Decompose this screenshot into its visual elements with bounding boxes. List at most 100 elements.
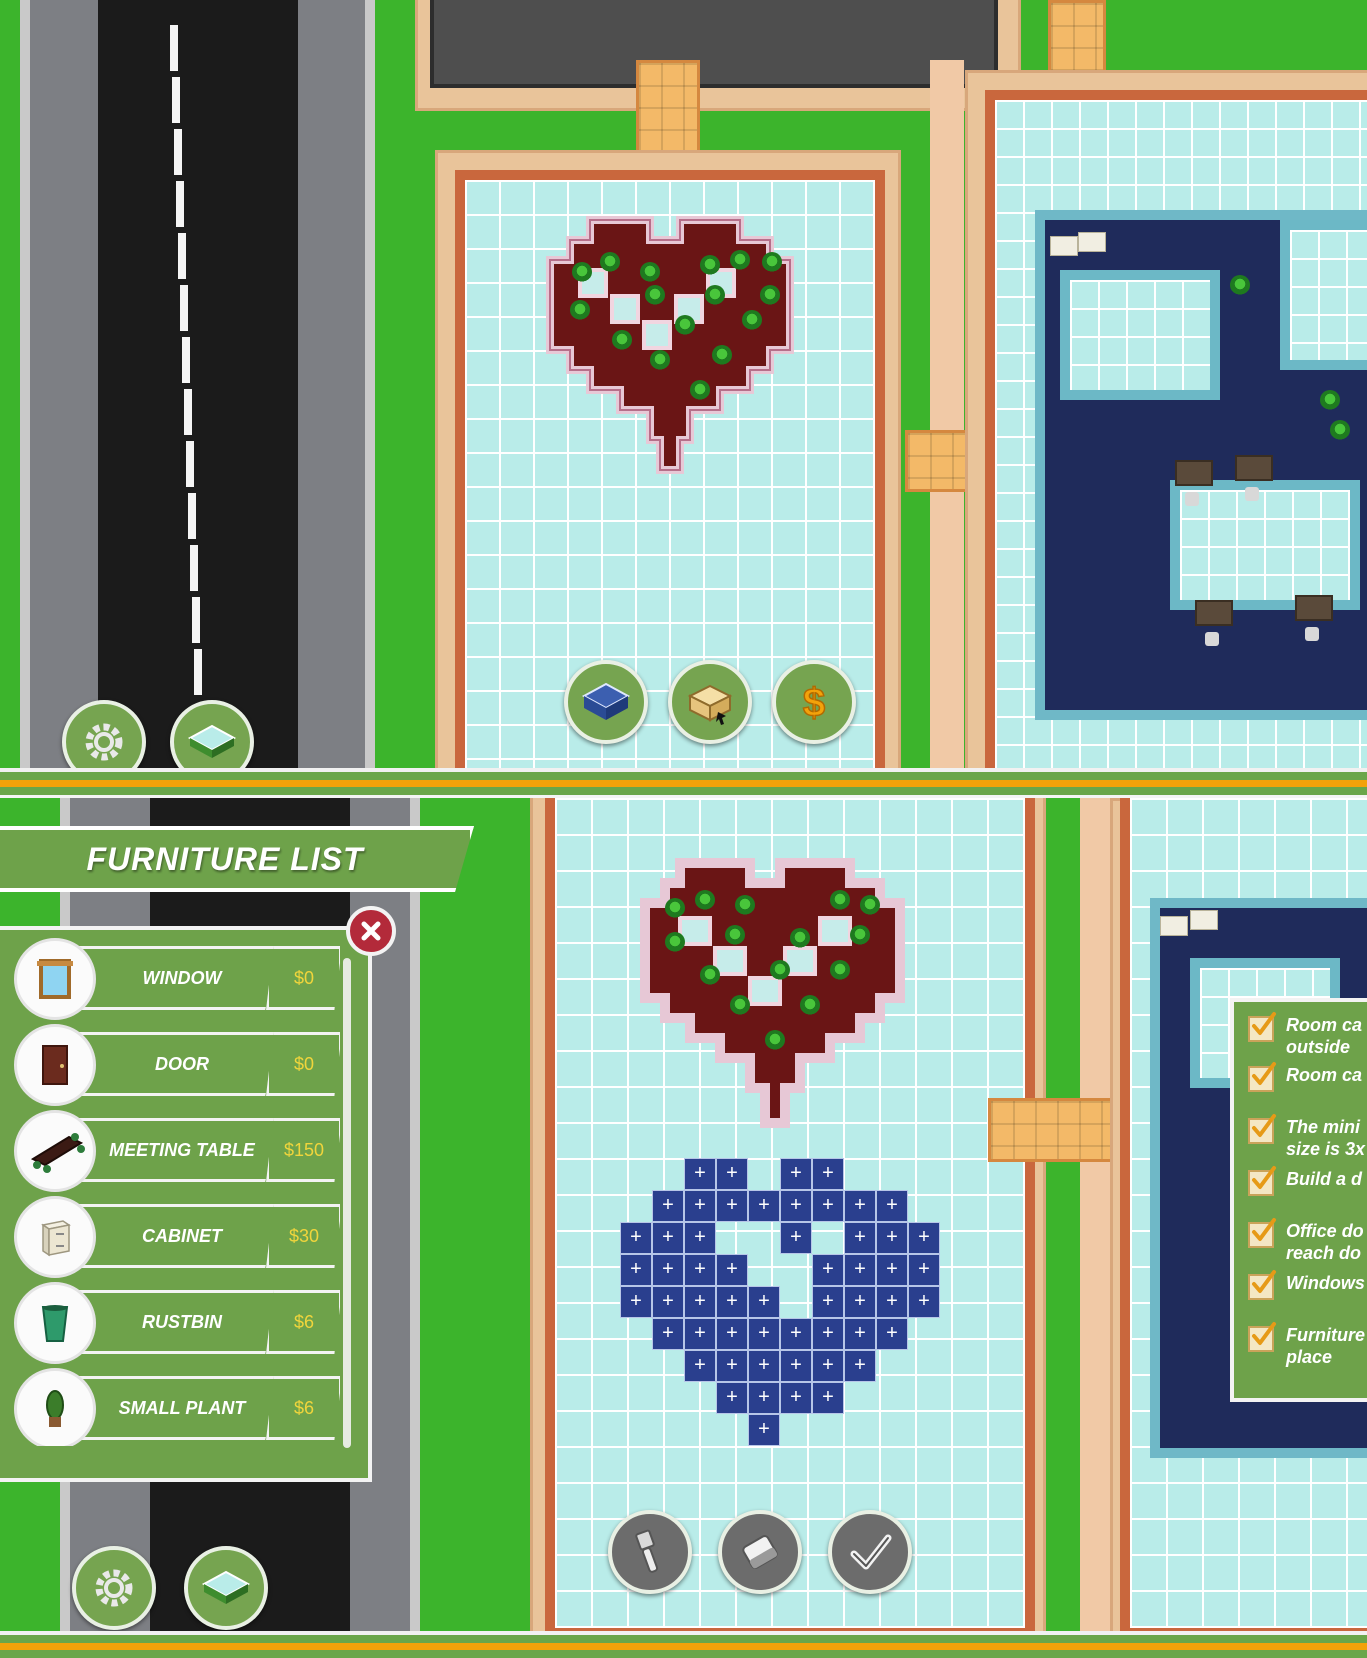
furniture-name-field[interactable]: RUSTBIN — [66, 1290, 278, 1354]
checklist-text: Windows — [1286, 1273, 1365, 1293]
blueprint-tile[interactable]: + — [716, 1158, 748, 1190]
confirm-button[interactable] — [828, 1510, 912, 1594]
blueprint-tile[interactable]: + — [620, 1286, 652, 1318]
blueprint-tile[interactable]: + — [876, 1286, 908, 1318]
money-button[interactable]: $ — [772, 660, 856, 744]
blueprint-tile[interactable]: + — [684, 1190, 716, 1222]
checklist-text: Room ca — [1286, 1065, 1363, 1085]
checklist-text: Room ca outside — [1286, 1015, 1363, 1057]
paint-brush-button[interactable] — [608, 1510, 692, 1594]
close-furniture-list-button[interactable] — [346, 906, 396, 956]
furniture-price-field: $6 — [266, 1376, 340, 1440]
plant-prop — [765, 1030, 785, 1050]
blueprint-tile[interactable]: + — [876, 1190, 908, 1222]
blueprint-tile[interactable]: + — [812, 1190, 844, 1222]
blueprint-tile[interactable]: + — [652, 1286, 684, 1318]
build-room-button[interactable] — [564, 660, 648, 744]
blueprint-tile[interactable]: + — [716, 1350, 748, 1382]
blueprint-tile[interactable]: + — [748, 1190, 780, 1222]
furniture-list-item[interactable]: CABINET $30 — [14, 1196, 340, 1278]
cabinet-icon — [14, 1196, 96, 1278]
furniture-list-item[interactable]: MEETING TABLE $150 — [14, 1110, 340, 1192]
blueprint-tile[interactable]: + — [716, 1286, 748, 1318]
blueprint-tile[interactable]: + — [812, 1158, 844, 1190]
blueprint-tile[interactable]: + — [748, 1414, 780, 1446]
furniture-name-field[interactable]: CABINET — [66, 1204, 278, 1268]
blueprint-tile[interactable]: + — [716, 1318, 748, 1350]
blueprint-tile[interactable]: + — [716, 1190, 748, 1222]
blueprint-tile[interactable]: + — [844, 1190, 876, 1222]
plant-prop — [650, 350, 670, 370]
blueprint-tile[interactable]: + — [908, 1222, 940, 1254]
blueprint-tile[interactable]: + — [684, 1254, 716, 1286]
furniture-list-item[interactable]: SMALL PLANT $6 — [14, 1368, 340, 1446]
blueprint-tile[interactable]: + — [908, 1286, 940, 1318]
blueprint-tile[interactable]: + — [620, 1254, 652, 1286]
furniture-name: MEETING TABLE — [109, 1139, 255, 1160]
plant-prop — [730, 995, 750, 1015]
blueprint-tile[interactable]: + — [684, 1222, 716, 1254]
blueprint-tile[interactable]: + — [716, 1254, 748, 1286]
eraser-button[interactable] — [718, 1510, 802, 1594]
blueprint-tile[interactable]: + — [684, 1158, 716, 1190]
blueprint-tile[interactable]: + — [876, 1318, 908, 1350]
blueprint-tile[interactable]: + — [620, 1222, 652, 1254]
blueprint-tile[interactable]: + — [844, 1286, 876, 1318]
blueprint-tile[interactable]: + — [780, 1350, 812, 1382]
furniture-name-field[interactable]: WINDOW — [66, 946, 278, 1010]
cabinet-prop — [1190, 910, 1218, 930]
top-game-view[interactable]: $ — [0, 0, 1367, 790]
furniture-list-item[interactable]: RUSTBIN $6 — [14, 1282, 340, 1364]
office-chair — [1185, 492, 1199, 506]
small-plant-icon — [14, 1368, 96, 1446]
blueprint-tile[interactable]: + — [684, 1350, 716, 1382]
plant-prop — [700, 255, 720, 275]
blueprint-tile[interactable]: + — [748, 1382, 780, 1414]
furniture-name-field[interactable]: DOOR — [66, 1032, 278, 1096]
blueprint-tile[interactable]: + — [844, 1318, 876, 1350]
blueprint-tile[interactable]: + — [812, 1318, 844, 1350]
blueprint-tile[interactable]: + — [748, 1318, 780, 1350]
furniture-price-field: $30 — [266, 1204, 340, 1268]
plant-prop — [860, 895, 880, 915]
furniture-list-scrollbar[interactable] — [343, 958, 351, 1448]
blueprint-tile[interactable]: + — [652, 1190, 684, 1222]
floor-mode-button[interactable] — [184, 1546, 268, 1630]
blueprint-tile[interactable]: + — [876, 1222, 908, 1254]
checkbox-checked-icon — [1248, 1166, 1276, 1196]
blueprint-tile[interactable]: + — [780, 1318, 812, 1350]
bottom-game-view[interactable]: + + + + + + + + + + + + + + + + + + + + + + + + + + + + + + + + + + + + + + + +… — [0, 798, 1367, 1631]
blueprint-tile[interactable]: + — [780, 1382, 812, 1414]
office-subroom — [1060, 270, 1220, 400]
blueprint-tile[interactable]: + — [716, 1382, 748, 1414]
blueprint-tile[interactable]: + — [684, 1286, 716, 1318]
blueprint-tile[interactable]: + — [652, 1318, 684, 1350]
blueprint-tile[interactable]: + — [812, 1350, 844, 1382]
blueprint-tile[interactable]: + — [844, 1254, 876, 1286]
lane-dash — [182, 337, 190, 383]
furniture-button[interactable] — [668, 660, 752, 744]
blueprint-tile[interactable]: + — [844, 1350, 876, 1382]
blueprint-tile[interactable]: + — [684, 1318, 716, 1350]
furniture-name: SMALL PLANT — [118, 1397, 246, 1418]
blueprint-tile[interactable]: + — [780, 1158, 812, 1190]
blueprint-tile[interactable]: + — [748, 1286, 780, 1318]
blueprint-tile[interactable]: + — [812, 1286, 844, 1318]
blueprint-tile[interactable]: + — [652, 1222, 684, 1254]
furniture-name-field[interactable]: SMALL PLANT — [66, 1376, 278, 1440]
settings-button[interactable] — [72, 1546, 156, 1630]
blueprint-tile[interactable]: + — [876, 1254, 908, 1286]
blueprint-tile[interactable]: + — [652, 1254, 684, 1286]
blueprint-tile[interactable]: + — [812, 1254, 844, 1286]
blueprint-tile[interactable]: + — [780, 1190, 812, 1222]
confirm-check-icon — [850, 1534, 892, 1570]
furniture-list-item[interactable]: WINDOW $0 — [14, 938, 340, 1020]
blueprint-tile[interactable]: + — [748, 1350, 780, 1382]
blueprint-tile[interactable]: + — [908, 1254, 940, 1286]
furniture-list-item[interactable]: DOOR $0 — [14, 1024, 340, 1106]
cabinet-prop — [1160, 916, 1188, 936]
blueprint-tile[interactable]: + — [844, 1222, 876, 1254]
blueprint-tile[interactable]: + — [812, 1382, 844, 1414]
furniture-name-field[interactable]: MEETING TABLE — [66, 1118, 278, 1182]
blueprint-tile[interactable]: + — [780, 1222, 812, 1254]
